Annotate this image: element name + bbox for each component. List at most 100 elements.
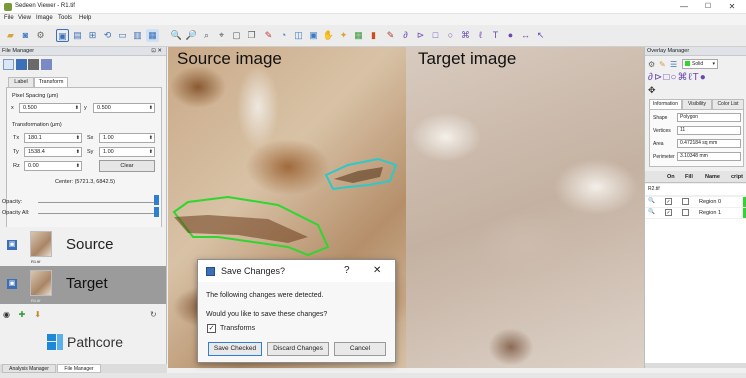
target-image-row[interactable]: ▣ R1.tif Target (0, 266, 166, 304)
add-image-icon[interactable] (15, 59, 27, 70)
curve-icon[interactable]: ℓ (474, 29, 487, 42)
ruler-icon[interactable]: ↔ (519, 29, 532, 42)
opacity-slider-handle[interactable] (154, 195, 159, 205)
group-row[interactable]: R2.tif (645, 184, 746, 195)
hand-icon[interactable]: ✋ (322, 29, 335, 42)
pixel-spacing-x-field[interactable]: 0.500 ⬍ (19, 103, 81, 113)
star-icon[interactable]: ✦ (337, 29, 350, 42)
layout-single-icon[interactable]: ▣ (56, 29, 69, 42)
maximize-button[interactable]: ☐ (698, 1, 718, 13)
tab-analysis-manager[interactable]: Analysis Manager (2, 364, 56, 373)
zoom-actual-icon[interactable]: ⌖ (215, 29, 228, 42)
region-fill-checkbox[interactable] (682, 198, 689, 205)
close-button[interactable]: ✕ (722, 1, 742, 13)
col-script: cript (731, 174, 743, 180)
layout-split-icon[interactable]: ▤ (71, 29, 84, 42)
settings-icon[interactable]: ⚙ (648, 60, 655, 69)
discard-changes-button[interactable]: Discard Changes (267, 342, 329, 356)
point-icon[interactable]: ● (700, 72, 707, 83)
annotation-icon[interactable]: ◫ (292, 29, 305, 42)
tab-visibility[interactable]: Visibility (682, 99, 712, 109)
zoom-in-icon[interactable]: 🔍 (170, 29, 183, 42)
settings-icon[interactable]: ⚙ (34, 29, 47, 42)
target-image-viewer[interactable]: Target image (406, 47, 644, 368)
quad-view-icon[interactable]: ▦ (146, 29, 159, 42)
cancel-button[interactable]: Cancel (334, 342, 386, 356)
ty-field[interactable]: 1538.4 ⬍ (24, 147, 82, 157)
pen-icon[interactable]: ✎ (262, 29, 275, 42)
rz-field[interactable]: 0.00 ⬍ (24, 161, 82, 171)
menu-file[interactable]: File (4, 15, 14, 21)
text-icon[interactable]: T (489, 29, 502, 42)
sticky-note-icon[interactable]: ▦ (352, 29, 365, 42)
polygon-icon[interactable]: ⊳ (654, 72, 663, 83)
sx-field[interactable]: 1.00 ⬍ (99, 133, 155, 143)
rectangle-icon[interactable]: □ (429, 29, 442, 42)
remove-image-icon[interactable] (28, 59, 40, 70)
tx-field[interactable]: 180.1 ⬍ (24, 133, 82, 143)
help-button[interactable]: ? (344, 265, 350, 276)
tab-color-list[interactable]: Color List (712, 99, 744, 109)
region-row[interactable]: 🔍 ✓ Region 1 (645, 208, 746, 218)
source-image-row[interactable]: ▣ R1.tif Source (0, 227, 166, 265)
ellipse-icon[interactable]: ○ (444, 29, 457, 42)
menu-help[interactable]: Help (79, 15, 91, 21)
sync-icon[interactable]: ⟲ (101, 29, 114, 42)
snapshot-icon[interactable]: ▢ (230, 29, 243, 42)
transforms-checkbox-label[interactable]: Transforms (220, 325, 255, 332)
window-icon[interactable]: ▣ (307, 29, 320, 42)
save-checked-button[interactable]: Save Checked (208, 342, 262, 356)
copy-icon[interactable]: ❐ (245, 29, 258, 42)
move-icon[interactable]: ✥ (648, 85, 656, 96)
shape-group-icon[interactable]: ⌘ (459, 29, 472, 42)
dialog-close-button[interactable]: ✕ (373, 265, 381, 276)
line-style-select[interactable]: Solid ▾ (682, 59, 718, 69)
brush-icon[interactable]: ✎ (659, 60, 666, 69)
polygon-icon[interactable]: ⊳ (414, 29, 427, 42)
image-list-icon[interactable] (41, 59, 53, 70)
menu-image[interactable]: Image (36, 15, 53, 21)
chart-icon[interactable]: ▮ (367, 29, 380, 42)
horizontal-scrollbar[interactable] (645, 363, 746, 368)
open-folder-icon[interactable]: ▰ (4, 29, 17, 42)
opacity-all-slider-handle[interactable] (154, 207, 159, 217)
brush-icon[interactable]: ✎ (384, 29, 397, 42)
layers-icon[interactable]: ☰ (670, 60, 677, 69)
tab-file-manager[interactable]: File Manager (57, 364, 101, 373)
refresh-icon[interactable]: ↻ (150, 310, 157, 319)
region-on-checkbox[interactable]: ✓ (665, 198, 672, 205)
eye-icon[interactable]: ◉ (3, 310, 13, 320)
text-icon[interactable]: T (693, 72, 700, 83)
down-arrow-icon[interactable]: ⬇ (34, 310, 44, 320)
add-icon[interactable]: ✚ (19, 310, 29, 320)
measure-icon[interactable]: ◔ (277, 29, 290, 42)
layout-grid-icon[interactable]: ⊞ (86, 29, 99, 42)
menu-view[interactable]: View (18, 15, 31, 21)
new-file-icon[interactable] (3, 59, 14, 70)
app-icon (4, 3, 12, 11)
region-row[interactable]: 🔍 ✓ Region 0 (645, 197, 746, 207)
tab-transform[interactable]: Transform (34, 77, 68, 87)
region-on-checkbox[interactable]: ✓ (665, 209, 672, 216)
freehand-icon[interactable]: ∂ (399, 29, 412, 42)
monitor-icon[interactable]: ▭ (116, 29, 129, 42)
shape-group-icon[interactable]: ⌘ (677, 72, 688, 83)
minimize-button[interactable]: — (674, 1, 694, 13)
tab-label[interactable]: Label (8, 77, 34, 87)
zoom-fit-icon[interactable]: ⌕ (200, 29, 213, 42)
zoom-out-icon[interactable]: 🔎 (185, 29, 198, 42)
point-icon[interactable]: ● (504, 29, 517, 42)
dual-view-icon[interactable]: ▥ (131, 29, 144, 42)
transforms-checkbox[interactable]: ✓ (207, 324, 216, 333)
panel-close-icon[interactable]: ⊡ ✕ (151, 47, 162, 56)
pixel-spacing-y-field[interactable]: 0.500 ⬍ (93, 103, 155, 113)
pointer-icon[interactable]: ↖ (534, 29, 547, 42)
open-image-icon[interactable]: ◙ (19, 29, 32, 42)
zoom-icon[interactable]: 🔍 (648, 209, 655, 215)
sy-field[interactable]: 1.00 ⬍ (99, 147, 155, 157)
zoom-icon[interactable]: 🔍 (648, 198, 655, 204)
region-fill-checkbox[interactable] (682, 209, 689, 216)
clear-button[interactable]: Clear (99, 160, 155, 172)
menu-tools[interactable]: Tools (58, 15, 72, 21)
tab-information[interactable]: Information (649, 99, 682, 109)
